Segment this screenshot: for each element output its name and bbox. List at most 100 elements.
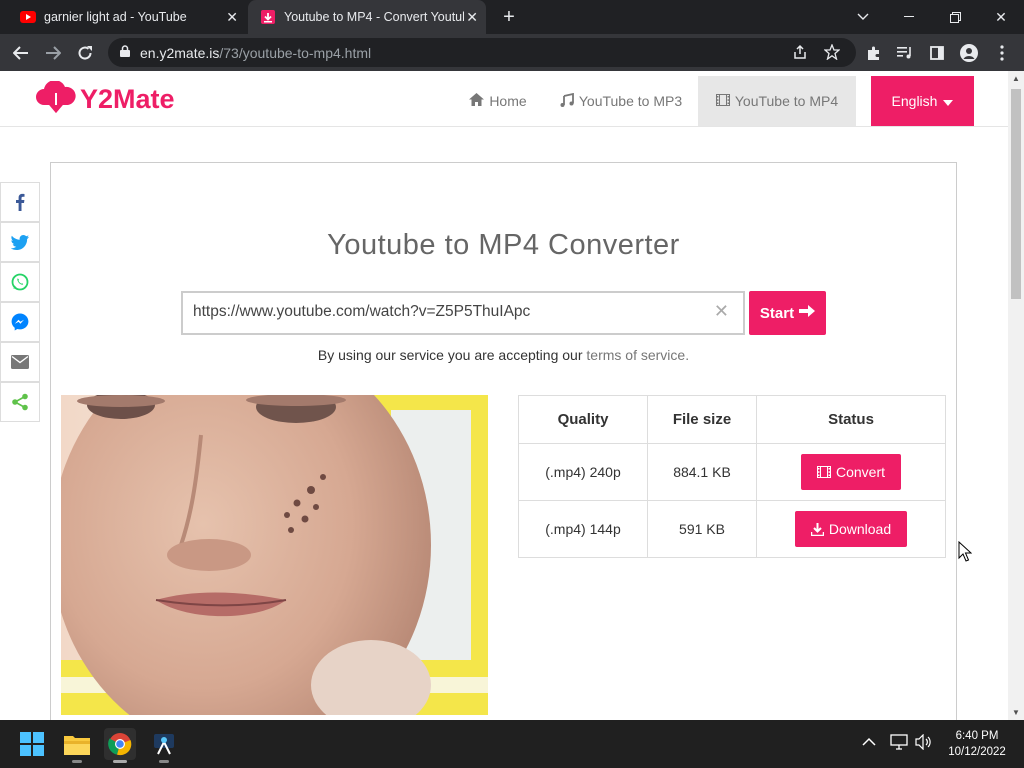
- forward-button[interactable]: [40, 40, 66, 66]
- nav-mp3-label: YouTube to MP3: [578, 93, 683, 109]
- column-header-file-size: File size: [647, 395, 757, 444]
- share-email-button[interactable]: [0, 342, 40, 382]
- table-row: (.mp4) 144p 591 KB Download: [518, 500, 946, 558]
- lock-icon[interactable]: [120, 45, 130, 60]
- page-scrollbar[interactable]: ▲ ▼: [1008, 71, 1024, 720]
- url-text: en.y2mate.is/73/youtube-to-mp4.html: [140, 45, 371, 61]
- chevron-up-icon[interactable]: [862, 734, 876, 750]
- language-dropdown[interactable]: English: [871, 76, 974, 126]
- convert-label: Convert: [835, 464, 886, 480]
- clock-date: 10/12/2022: [948, 746, 1006, 758]
- nav-home-label: Home: [489, 93, 527, 109]
- bookmark-star-icon[interactable]: [823, 43, 841, 64]
- home-icon: [469, 93, 485, 109]
- web-page: Y2Mate Home YouTube to MP3 YouTube to MP…: [0, 71, 1008, 720]
- file-size-cell: 884.1 KB: [647, 443, 757, 501]
- reload-button[interactable]: [72, 40, 98, 66]
- start-button[interactable]: Start: [749, 291, 826, 335]
- close-window-button[interactable]: ✕: [978, 0, 1024, 34]
- share-facebook-button[interactable]: [0, 182, 40, 222]
- start-menu-icon[interactable]: [16, 728, 48, 760]
- nav-home[interactable]: Home: [458, 76, 538, 126]
- share-more-button[interactable]: [0, 382, 40, 422]
- network-icon[interactable]: [890, 734, 908, 753]
- share-icon: [12, 393, 28, 411]
- site-header: Y2Mate Home YouTube to MP3 YouTube to MP…: [0, 71, 1008, 127]
- volume-icon[interactable]: [915, 733, 933, 753]
- share-whatsapp-button[interactable]: [0, 262, 40, 302]
- share-page-icon[interactable]: [792, 44, 808, 64]
- new-tab-button[interactable]: +: [498, 6, 520, 29]
- running-indicator: [159, 760, 169, 763]
- download-button[interactable]: Download: [794, 511, 908, 547]
- language-label: English: [891, 93, 938, 109]
- share-messenger-button[interactable]: [0, 302, 40, 342]
- snipping-tool-icon[interactable]: [148, 728, 180, 763]
- scroll-up-icon[interactable]: ▲: [1008, 74, 1024, 83]
- video-thumbnail: [61, 395, 488, 715]
- twitter-icon: [11, 234, 29, 250]
- download-icon: [810, 522, 824, 536]
- email-icon: [11, 355, 29, 369]
- site-logo[interactable]: Y2Mate: [34, 81, 175, 117]
- browser-tab-strip: garnier light ad - YouTube ✕ Youtube to …: [0, 0, 1024, 34]
- extensions-icon[interactable]: [863, 42, 885, 64]
- side-panel-icon[interactable]: [926, 42, 948, 64]
- tab-title: garnier light ad - YouTube: [44, 10, 187, 24]
- tab-search-icon[interactable]: [840, 0, 886, 34]
- film-icon: [816, 466, 831, 478]
- file-size-cell: 591 KB: [647, 500, 757, 558]
- nav-youtube-to-mp3[interactable]: YouTube to MP3: [548, 76, 694, 126]
- youtube-favicon-icon: [20, 9, 36, 25]
- address-bar[interactable]: en.y2mate.is/73/youtube-to-mp4.html: [108, 38, 856, 67]
- status-cell: Convert: [756, 443, 946, 501]
- clear-input-icon[interactable]: ✕: [714, 301, 729, 322]
- cloud-download-logo-icon: [36, 81, 76, 114]
- mouse-cursor-icon: [958, 540, 973, 568]
- url-path: /73/youtube-to-mp4.html: [219, 44, 372, 61]
- table-row: (.mp4) 240p 884.1 KB Convert: [518, 443, 946, 501]
- system-clock[interactable]: 6:40 PM 10/12/2022: [942, 728, 1012, 760]
- running-indicator: [113, 760, 127, 763]
- converter-card: Youtube to MP4 Converter ✕ Start By usin…: [50, 162, 957, 720]
- back-button[interactable]: [8, 40, 34, 66]
- restore-button[interactable]: [932, 0, 978, 34]
- music-icon: [560, 92, 574, 110]
- terms-of-service-link[interactable]: terms of service.: [586, 347, 689, 363]
- file-explorer-icon[interactable]: [61, 728, 93, 763]
- messenger-icon: [11, 313, 29, 331]
- scrollbar-thumb[interactable]: [1011, 89, 1021, 299]
- profile-avatar-icon[interactable]: [958, 42, 980, 64]
- url-input-container: ✕: [181, 291, 745, 335]
- facebook-icon: [16, 193, 25, 211]
- url-host: en.y2mate.is: [140, 44, 220, 61]
- column-header-status: Status: [756, 395, 946, 444]
- media-control-icon[interactable]: [894, 42, 916, 64]
- chrome-taskbar-icon[interactable]: [104, 728, 136, 763]
- close-icon[interactable]: ✕: [466, 9, 478, 26]
- tab-youtube[interactable]: garnier light ad - YouTube ✕: [8, 0, 246, 34]
- running-indicator: [72, 760, 82, 763]
- windows-taskbar: 6:40 PM 10/12/2022: [0, 720, 1024, 768]
- nav-youtube-to-mp4[interactable]: YouTube to MP4: [698, 76, 856, 126]
- logo-text: Y2Mate: [80, 83, 175, 114]
- terms-notice: By using our service you are accepting o…: [51, 347, 956, 363]
- film-icon: [715, 93, 730, 109]
- terms-text: By using our service you are accepting o…: [317, 347, 583, 363]
- y2mate-favicon-icon: [260, 9, 276, 25]
- tab-y2mate[interactable]: Youtube to MP4 - Convert Youtube ✕: [248, 0, 486, 34]
- browser-toolbar: en.y2mate.is/73/youtube-to-mp4.html: [0, 34, 1024, 71]
- minimize-button[interactable]: [886, 0, 932, 34]
- tab-title: Youtube to MP4 - Convert Youtube: [284, 10, 464, 24]
- close-icon[interactable]: ✕: [226, 9, 238, 26]
- share-twitter-button[interactable]: [0, 222, 40, 262]
- arrow-right-icon: [799, 304, 816, 322]
- scroll-down-icon[interactable]: ▼: [1008, 708, 1024, 717]
- clock-time: 6:40 PM: [955, 730, 999, 742]
- menu-kebab-icon[interactable]: [991, 42, 1013, 64]
- column-header-quality: Quality: [518, 395, 648, 444]
- download-options-table: Quality File size Status (.mp4) 240p 884…: [518, 395, 946, 558]
- whatsapp-icon: [11, 273, 29, 291]
- convert-button[interactable]: Convert: [800, 454, 902, 490]
- video-url-input[interactable]: [193, 303, 713, 321]
